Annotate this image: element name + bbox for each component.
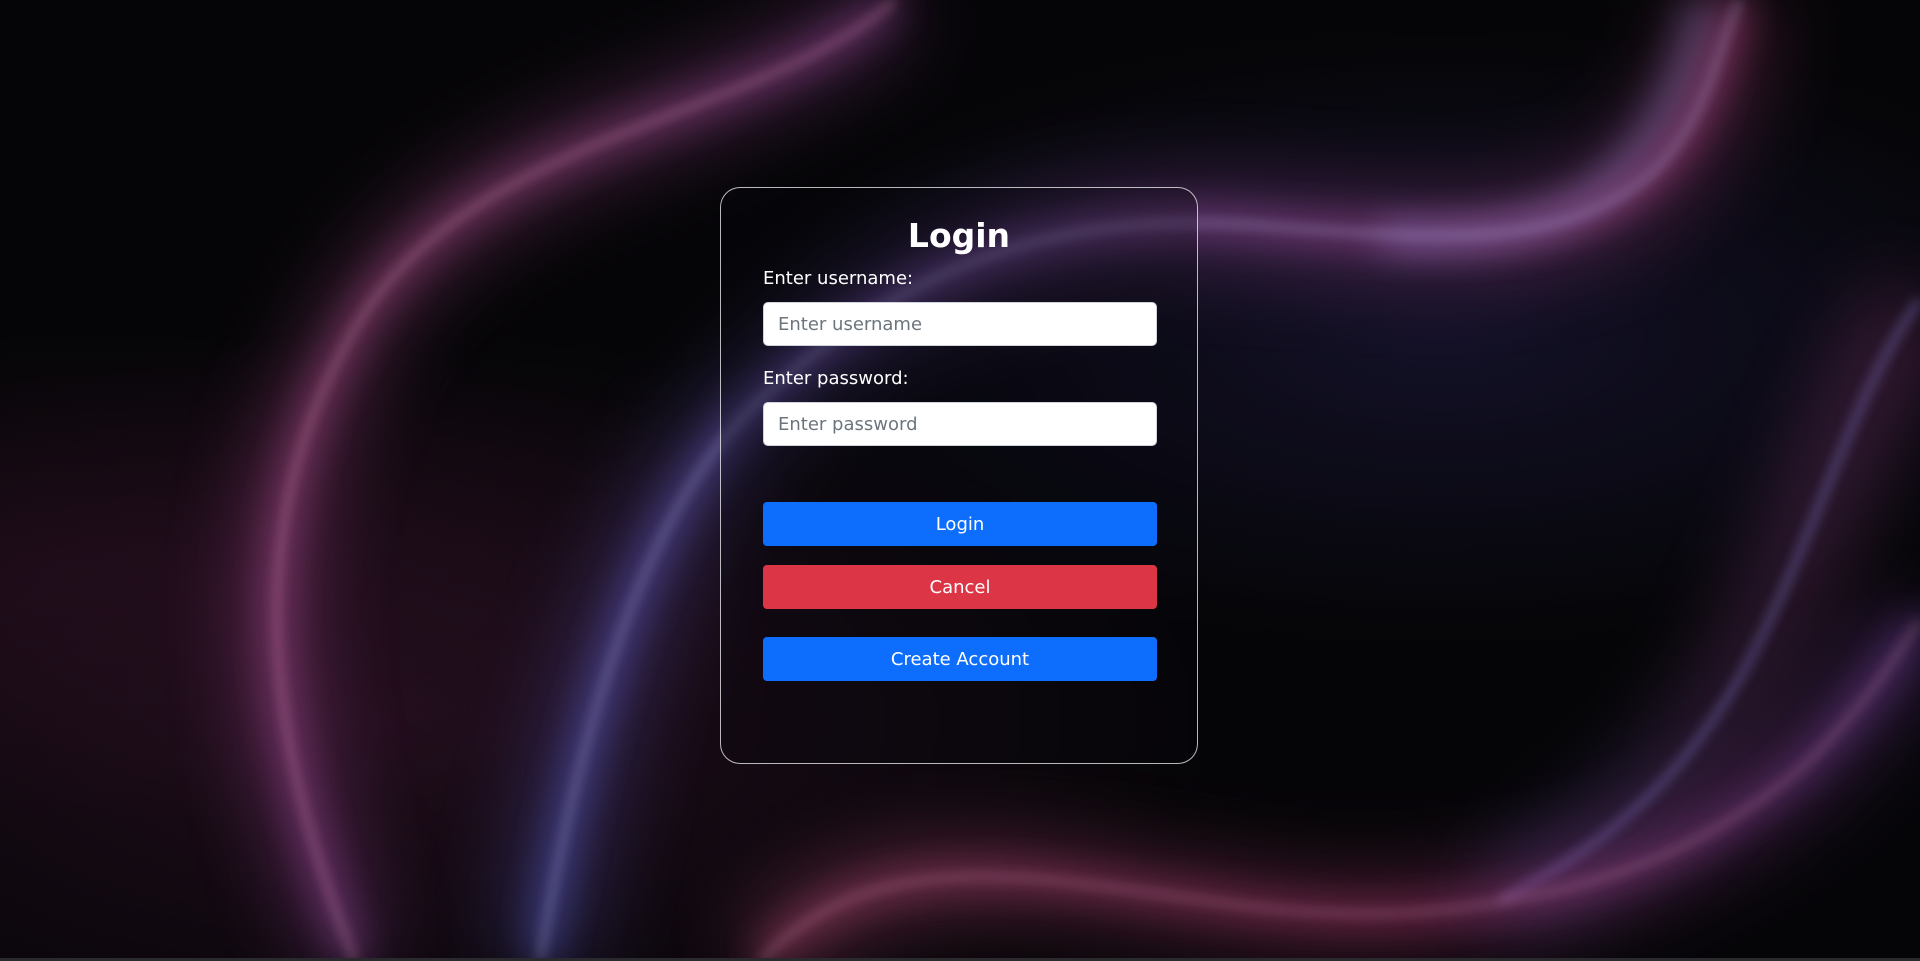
username-label: Enter username: bbox=[763, 268, 914, 289]
password-label: Enter password: bbox=[763, 368, 909, 389]
login-button[interactable]: Login bbox=[763, 502, 1157, 546]
login-card: Login Enter username: Enter password: Lo… bbox=[720, 187, 1198, 764]
login-page: Login Enter username: Enter password: Lo… bbox=[0, 0, 1920, 961]
create-account-button[interactable]: Create Account bbox=[763, 637, 1157, 681]
password-input[interactable] bbox=[763, 402, 1157, 446]
username-input[interactable] bbox=[763, 302, 1157, 346]
cancel-button[interactable]: Cancel bbox=[763, 565, 1157, 609]
login-title: Login bbox=[907, 216, 1011, 255]
